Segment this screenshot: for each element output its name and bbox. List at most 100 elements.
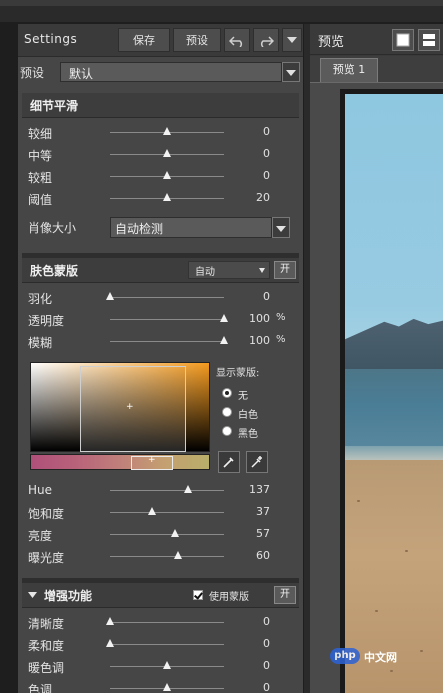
portrait-size-value: 自动检测 [115,222,164,236]
tab-preview-1[interactable]: 预览 1 [320,58,378,82]
display-mask-label: 显示蒙版: [216,368,260,379]
slider-track[interactable] [110,622,224,623]
hue-range-band[interactable]: + [30,454,210,470]
slider-value: 60 [256,549,270,562]
slider-label: 阈值 [28,193,53,207]
preset-label: 预设 [20,66,45,80]
enhance-slider-row: 柔和度 0 [28,635,298,655]
slider-track[interactable] [110,341,224,342]
panel-menu-button[interactable] [282,28,302,52]
slider-track[interactable] [110,556,224,557]
slider-value: 20 [256,191,270,204]
title-bar-edge [0,0,443,6]
skin-mask-toggle-button[interactable]: 开 [274,261,296,279]
single-view-icon [396,33,410,47]
preset-select[interactable]: 默认 [60,62,282,82]
preset-dropdown-arrow[interactable] [282,62,300,82]
skin-color-slider-row: 亮度 57 [28,525,298,545]
top-title-strip [0,0,443,22]
slider-label: 柔和度 [28,639,65,653]
enhance-slider-row: 暖色调 0 [28,657,298,677]
portrait-size-dropdown-arrow[interactable] [272,217,290,238]
slider-track[interactable] [110,297,224,298]
enhance-slider-row: 清晰度 0 [28,613,298,633]
detail-smoothing-header[interactable]: 细节平滑 [22,93,299,118]
slider-value: 137 [249,483,270,496]
use-mask-label: 使用蒙版 [209,592,249,603]
slider-thumb[interactable] [163,193,171,201]
slider-thumb[interactable] [174,551,183,559]
slider-label: 透明度 [28,314,65,328]
preset-value: 默认 [69,67,94,81]
radio-button-icon[interactable] [222,426,232,436]
undo-icon [228,36,243,48]
preview-viewport[interactable]: php 中文网 [310,82,443,693]
skin-mask-header[interactable]: 肤色蒙版 自动 开 [22,258,299,283]
slider-thumb[interactable] [183,485,192,493]
slider-thumb[interactable] [163,149,171,157]
slider-thumb[interactable] [220,336,228,344]
preset-button[interactable]: 预设 [173,28,221,52]
preview-tab-bar: 预览 1 [310,56,443,82]
slider-track[interactable] [110,512,224,513]
skin-mask-mode-select[interactable]: 自动 [188,261,270,279]
radio-button-icon[interactable] [222,388,232,398]
skin-color-picker[interactable]: + [30,362,210,452]
display-mask-radio-option[interactable]: 黑色 [222,424,292,440]
redo-icon [260,36,275,48]
slider-thumb[interactable] [163,127,171,135]
eyedropper-add-button[interactable] [246,451,268,473]
slider-thumb[interactable] [170,529,179,537]
skin-mask-slider-row: 模糊 100% [28,332,298,352]
slider-track[interactable] [110,490,224,491]
sand-speck [420,650,423,652]
slider-track[interactable] [110,319,224,320]
slider-thumb[interactable] [106,617,114,625]
eyedropper-icon [223,457,234,468]
radio-label: 黑色 [238,429,258,440]
slider-label: 模糊 [28,336,53,350]
slider-label: 中等 [28,149,53,163]
crosshair-icon: + [126,402,134,412]
enhance-toggle-button[interactable]: 开 [274,586,296,604]
slider-thumb[interactable] [163,661,171,669]
settings-panel: Settings 保存 预设 预设 默认 细节平滑 较细 0 中等 0 较粗 0 阈值 20 … [18,24,303,693]
slider-thumb[interactable] [148,507,157,515]
slider-value: 0 [263,125,270,138]
split-view-button[interactable] [418,29,440,51]
slider-track[interactable] [110,534,224,535]
collapse-arrow-icon[interactable] [28,592,37,599]
sand-speck [357,500,360,502]
display-mask-radio-option[interactable]: 白色 [222,405,292,421]
slider-thumb[interactable] [106,639,114,647]
slider-thumb[interactable] [163,683,171,691]
slider-thumb[interactable] [106,292,114,300]
preview-panel: 预览 预览 1 php 中文网 [310,24,443,693]
eyedropper-button[interactable] [218,451,240,473]
undo-button[interactable] [224,28,250,52]
display-mask-radio-option[interactable]: 无 [222,386,292,402]
slider-value: 0 [263,615,270,628]
single-view-button[interactable] [392,29,414,51]
slider-value: 0 [263,290,270,303]
save-button[interactable]: 保存 [118,28,170,52]
slider-track[interactable] [110,644,224,645]
slider-value: 37 [256,505,270,518]
chevron-down-icon [287,37,297,43]
skin-mask-slider-row: 透明度 100% [28,310,298,330]
slider-thumb[interactable] [163,171,171,179]
settings-header: Settings 保存 预设 [18,24,303,57]
slider-unit: % [276,334,286,345]
preview-image[interactable] [345,94,443,693]
slider-thumb[interactable] [220,314,228,322]
slider-label: 羽化 [28,292,53,306]
enhance-header[interactable]: 增强功能 使用蒙版 开 [22,583,299,608]
redo-button[interactable] [253,28,279,52]
radio-button-icon[interactable] [222,407,232,417]
slider-value: 57 [256,527,270,540]
portrait-size-select[interactable]: 自动检测 [110,217,272,238]
skin-color-slider-row: 饱和度 37 [28,503,298,523]
slider-label: 暖色调 [28,661,65,675]
use-mask-checkbox[interactable] [193,590,203,600]
slider-label: 曝光度 [28,551,65,565]
